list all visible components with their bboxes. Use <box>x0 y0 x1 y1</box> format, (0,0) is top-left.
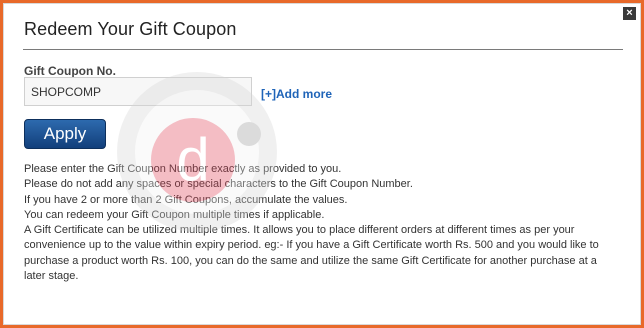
instruction-line: You can redeem your Gift Coupon multiple… <box>24 208 325 221</box>
apply-button[interactable]: Apply <box>24 119 106 149</box>
add-more-link[interactable]: [+]Add more <box>261 87 332 101</box>
instructions: Please enter the Gift Coupon Number exac… <box>24 162 614 284</box>
dialog-title: Redeem Your Gift Coupon <box>24 19 237 39</box>
instruction-line: Please do not add any spaces or special … <box>24 178 413 191</box>
instruction-line: Please enter the Gift Coupon Number exac… <box>24 163 342 175</box>
close-icon[interactable]: × <box>623 7 636 20</box>
instruction-line: If you have 2 or more than 2 Gift Coupon… <box>24 193 348 206</box>
gift-coupon-input[interactable] <box>24 77 252 106</box>
redeem-gift-coupon-dialog: × Redeem Your Gift Coupon Gift Coupon No… <box>3 3 641 325</box>
gift-coupon-label: Gift Coupon No. <box>24 64 116 78</box>
title-divider <box>23 49 623 50</box>
instruction-line: A Gift Certificate can be utilized multi… <box>24 224 599 283</box>
